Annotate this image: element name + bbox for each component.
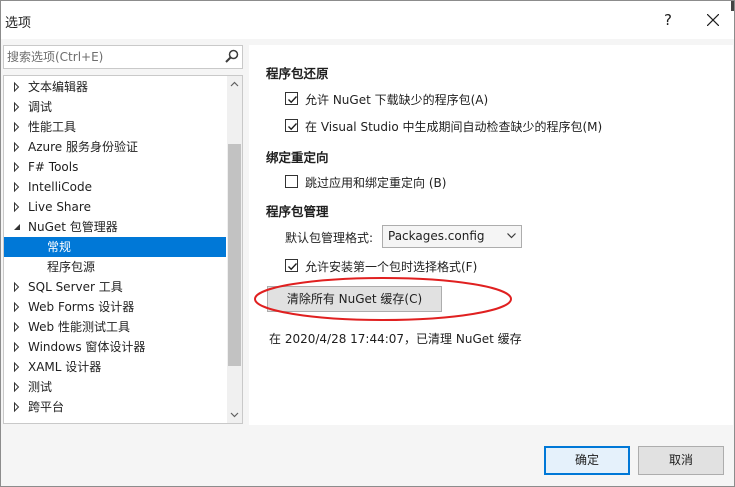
tree-item[interactable]: 调试 (4, 97, 226, 117)
options-search-box[interactable] (3, 45, 243, 69)
tree-item[interactable]: IntelliCode (4, 177, 226, 197)
red-annotation-ellipse (254, 277, 512, 321)
options-dialog: 选项 ? 文本编辑器调试性能工具 Azure 服务身份验证 F# Tools Inte… (0, 0, 735, 487)
tree-item[interactable]: NuGet 包管理器 (4, 217, 226, 237)
scroll-up-button[interactable] (227, 76, 242, 92)
tree-item[interactable]: 程序包源 (4, 257, 226, 277)
collapsed-arrow-icon[interactable] (11, 77, 23, 97)
nuget-general-panel: 程序包还原 允许 NuGet 下载缺少的程序包(A) 在 Visual Stud… (249, 45, 733, 425)
collapsed-arrow-icon[interactable] (11, 157, 23, 177)
cache-status-text: 在 2020/4/28 17:44:07，已清理 NuGet 缓存 (269, 332, 522, 346)
tree-item-label: Windows 窗体设计器 (28, 340, 146, 354)
format-select-value: Packages.config (388, 229, 485, 243)
tree-item[interactable]: 性能工具 (4, 117, 226, 137)
tree-item[interactable]: 文本编辑器 (4, 77, 226, 97)
edge-marker (731, 1, 734, 11)
tree-item-label: IntelliCode (28, 180, 92, 194)
check-icon (288, 96, 298, 104)
collapsed-arrow-icon[interactable] (11, 97, 23, 117)
options-tree-list: 文本编辑器调试性能工具 Azure 服务身份验证 F# Tools IntelliCo… (4, 77, 226, 417)
checkbox-box[interactable] (285, 175, 298, 188)
help-button[interactable]: ? (649, 3, 687, 37)
scroll-thumb[interactable] (228, 144, 241, 366)
restore-section-title: 程序包还原 (266, 66, 329, 81)
chevron-down-icon (230, 412, 239, 418)
scroll-down-button[interactable] (227, 407, 242, 423)
tree-item[interactable]: Windows 窗体设计器 (4, 337, 226, 357)
format-label: 默认包管理格式: (285, 231, 374, 245)
window-title: 选项 (5, 16, 32, 31)
tree-item-label: 性能工具 (28, 120, 77, 134)
tree-item-label: 调试 (28, 100, 53, 114)
tree-item[interactable]: 常规 (4, 237, 226, 257)
cancel-button[interactable]: 取消 (638, 446, 724, 475)
chevron-up-icon (230, 81, 239, 87)
collapsed-arrow-icon[interactable] (11, 277, 23, 297)
collapsed-arrow-icon[interactable] (11, 297, 23, 317)
collapsed-arrow-icon[interactable] (11, 197, 23, 217)
collapsed-arrow-icon[interactable] (11, 177, 23, 197)
options-tree: 文本编辑器调试性能工具 Azure 服务身份验证 F# Tools IntelliCo… (3, 75, 243, 424)
close-icon (707, 14, 719, 26)
tree-item-label: SQL Server 工具 (28, 280, 123, 294)
tree-item[interactable]: Live Share (4, 197, 226, 217)
management-section-title: 程序包管理 (266, 204, 329, 219)
tree-item-label: Azure 服务身份验证 (28, 140, 138, 154)
tree-item-label: Live Share (28, 200, 91, 214)
collapsed-arrow-icon[interactable] (11, 397, 23, 417)
search-icon[interactable] (225, 49, 239, 63)
collapsed-arrow-icon[interactable] (11, 377, 23, 397)
tree-item-label: Web Forms 设计器 (28, 300, 135, 314)
tree-item-label: 文本编辑器 (28, 80, 89, 94)
close-button[interactable] (693, 3, 733, 37)
check-icon (288, 123, 298, 131)
tree-item-label: F# Tools (28, 160, 79, 174)
check-on-build-label: 在 Visual Studio 中生成期间自动检查缺少的程序包(M) (305, 120, 603, 134)
tree-item[interactable]: 测试 (4, 377, 226, 397)
checkbox-box[interactable] (285, 92, 298, 105)
search-input[interactable] (7, 49, 217, 65)
skip-binding-label: 跳过应用和绑定重定向 (B) (305, 176, 447, 190)
collapsed-arrow-icon[interactable] (11, 117, 23, 137)
format-select[interactable]: Packages.config (382, 225, 522, 248)
tree-item[interactable]: SQL Server 工具 (4, 277, 226, 297)
tree-item-label: Web 性能测试工具 (28, 320, 130, 334)
tree-item-label: 跨平台 (28, 400, 65, 414)
tree-item[interactable]: Azure 服务身份验证 (4, 137, 226, 157)
expanded-arrow-icon[interactable] (11, 217, 23, 237)
collapsed-arrow-icon[interactable] (11, 357, 23, 377)
tree-item[interactable]: Web Forms 设计器 (4, 297, 226, 317)
tree-item[interactable]: Web 性能测试工具 (4, 317, 226, 337)
tree-scrollbar[interactable] (227, 76, 242, 423)
tree-item[interactable]: 跨平台 (4, 397, 226, 417)
checkbox-box[interactable] (285, 259, 298, 272)
tree-item-label: 常规 (47, 240, 72, 254)
ok-button[interactable]: 确定 (544, 446, 630, 475)
tree-item[interactable]: F# Tools (4, 157, 226, 177)
tree-item[interactable]: XAML 设计器 (4, 357, 226, 377)
title-bar: 选项 ? (1, 1, 734, 39)
collapsed-arrow-icon[interactable] (11, 137, 23, 157)
tree-item-label: 程序包源 (47, 260, 96, 274)
allow-download-label: 允许 NuGet 下载缺少的程序包(A) (305, 93, 489, 107)
checkbox-box[interactable] (285, 119, 298, 132)
tree-item-label: XAML 设计器 (28, 360, 102, 374)
chevron-down-icon (507, 233, 516, 239)
check-icon (288, 263, 298, 271)
tree-item-label: 测试 (28, 380, 53, 394)
tree-item-label: NuGet 包管理器 (28, 220, 118, 234)
collapsed-arrow-icon[interactable] (11, 317, 23, 337)
binding-section-title: 绑定重定向 (266, 150, 329, 165)
collapsed-arrow-icon[interactable] (11, 337, 23, 357)
